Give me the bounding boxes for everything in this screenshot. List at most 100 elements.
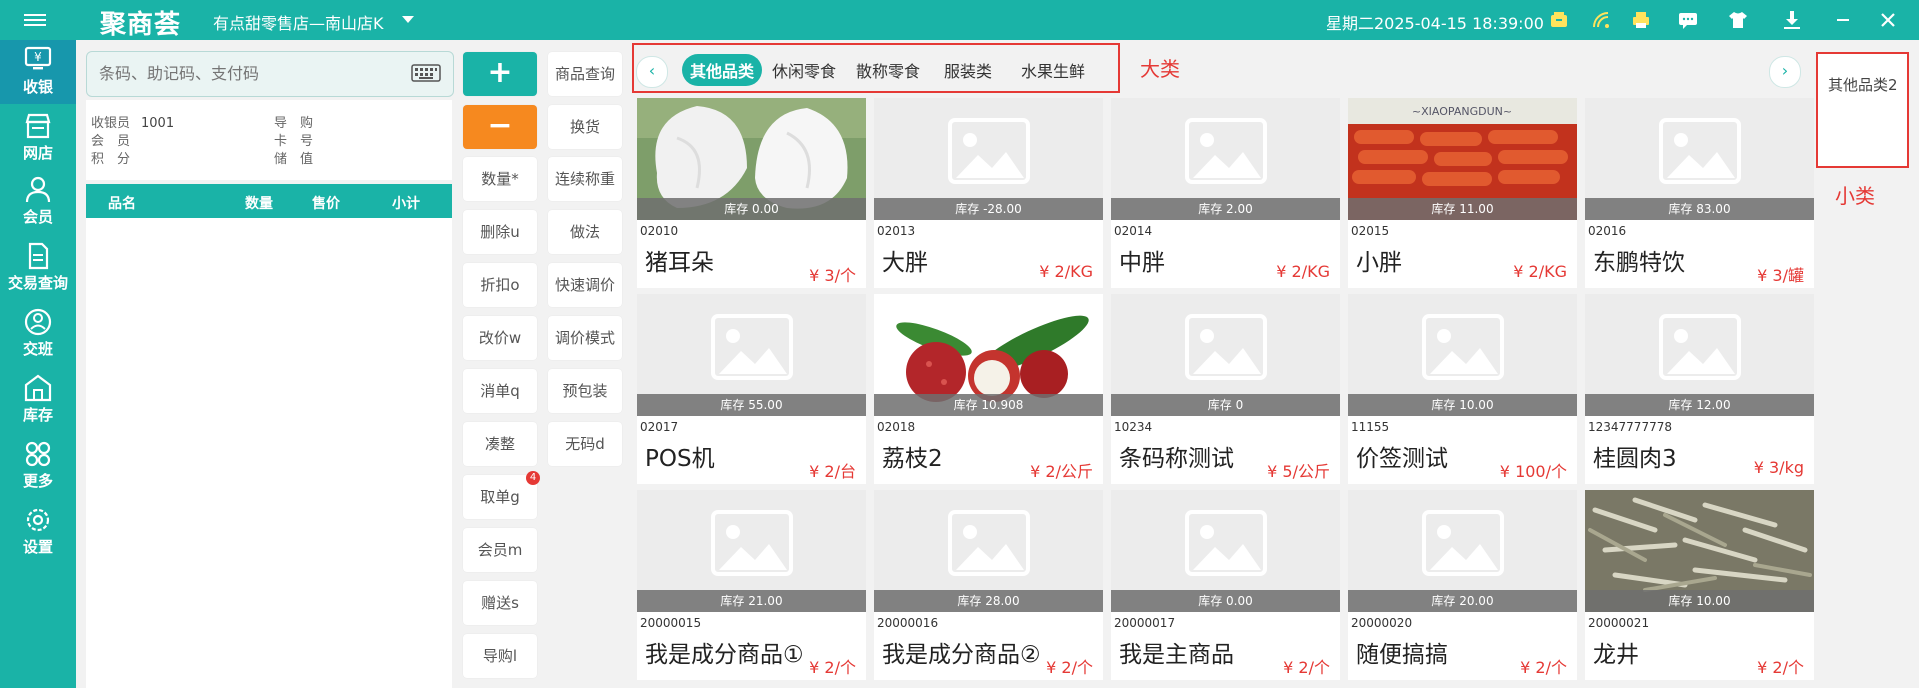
sidebar-item-webstore[interactable]: 网店: [0, 106, 76, 170]
product-name: 桂圆肉3: [1593, 446, 1677, 472]
member-row: 会 员: [91, 134, 131, 149]
search-box[interactable]: [86, 51, 454, 97]
product-card[interactable]: 库存 55.00 02017 POS机 ¥ 2/台: [637, 294, 866, 484]
product-query-button[interactable]: 商品查询: [548, 52, 622, 96]
cash-drawer-icon[interactable]: [1548, 9, 1570, 31]
product-card[interactable]: 库存 21.00 20000015 我是成分商品① ¥ 2/个: [637, 490, 866, 680]
product-card[interactable]: 库存 28.00 20000016 我是成分商品② ¥ 2/个: [874, 490, 1103, 680]
sidebar-item-member[interactable]: 会员: [0, 170, 76, 234]
void-order-button[interactable]: 消单q: [463, 369, 537, 413]
product-card[interactable]: 库存 0 10234 条码称测试 ¥ 5/公斤: [1111, 294, 1340, 484]
datetime-display: 星期二2025-04-15 18:39:00: [1326, 14, 1544, 33]
product-card[interactable]: 库存 10.00 20000021 龙井 ¥ 2/个: [1585, 490, 1814, 680]
retrieve-order-button[interactable]: 取单g 4: [463, 471, 540, 519]
product-price: ¥ 3/罐: [1757, 266, 1804, 285]
quick-price-button[interactable]: 快速调价: [548, 263, 622, 307]
wifi-signal-icon[interactable]: [1590, 9, 1612, 31]
col-name: 品名: [108, 196, 136, 212]
change-price-button[interactable]: 改价w: [463, 316, 537, 360]
store-selector[interactable]: 有点甜零售店—南山店K: [213, 10, 384, 34]
product-stock: 库存 20.00: [1348, 590, 1577, 612]
product-code: 02010: [640, 224, 679, 238]
product-stock: 库存 10.00: [1585, 590, 1814, 612]
product-card[interactable]: 库存 20.00 20000020 随便搞搞 ¥ 2/个: [1348, 490, 1577, 680]
download-icon[interactable]: [1781, 9, 1803, 31]
product-price: ¥ 2/公斤: [1030, 462, 1093, 481]
category-tab-0[interactable]: 其他品类: [682, 54, 763, 86]
product-price: ¥ 2/KG: [1276, 262, 1330, 281]
no-barcode-button[interactable]: 无码d: [548, 422, 622, 466]
chevron-down-icon[interactable]: [402, 16, 414, 23]
category-next-button[interactable]: ›: [1769, 56, 1801, 88]
reduce-qty-button[interactable]: −: [463, 105, 537, 149]
search-input[interactable]: [97, 63, 401, 84]
product-name: 中胖: [1119, 250, 1165, 276]
product-name: 价签测试: [1356, 446, 1448, 472]
product-code: 20000017: [1114, 616, 1176, 630]
guide-row: 导 购: [274, 116, 314, 131]
message-icon[interactable]: [1677, 9, 1699, 31]
product-stock: 库存 55.00: [637, 394, 866, 416]
stored-value-row: 储 值: [274, 152, 314, 167]
subcategory-list[interactable]: 其他品类2: [1816, 52, 1909, 168]
yen-monitor-icon: ¥: [24, 46, 52, 70]
shirt-skin-icon[interactable]: [1727, 9, 1749, 31]
points-row: 积 分: [91, 152, 131, 167]
close-icon[interactable]: [1877, 9, 1899, 31]
category-tab-1[interactable]: 休闲零食: [764, 54, 844, 86]
keyboard-icon[interactable]: [411, 64, 441, 82]
gift-button[interactable]: 赠送s: [463, 581, 537, 625]
price-mode-button[interactable]: 调价模式: [548, 316, 622, 360]
category-tab-2[interactable]: 散称零食: [848, 54, 928, 86]
subcategory-item-0[interactable]: 其他品类2: [1828, 74, 1898, 95]
discount-button[interactable]: 折扣o: [463, 263, 537, 307]
menu-icon[interactable]: [24, 11, 46, 29]
sidebar-item-more[interactable]: 更多: [0, 434, 76, 498]
category-tab-4[interactable]: 水果生鲜: [1013, 54, 1093, 86]
product-card[interactable]: 库存 83.00 02016 东鹏特饮 ¥ 3/罐: [1585, 98, 1814, 288]
product-card[interactable]: 库存 12.00 12347777778 桂圆肉3 ¥ 3/kg: [1585, 294, 1814, 484]
svg-text:~XIAOPANGDUN~: ~XIAOPANGDUN~: [1412, 105, 1512, 118]
category-tab-3[interactable]: 服装类: [936, 54, 1000, 86]
product-stock: 库存 21.00: [637, 590, 866, 612]
product-name: 东鹏特饮: [1593, 250, 1685, 276]
product-code: 02016: [1588, 224, 1627, 238]
product-name: 荔枝2: [882, 446, 943, 472]
delete-button[interactable]: 删除u: [463, 210, 537, 254]
round-off-button[interactable]: 凑整: [463, 422, 537, 466]
product-stock: 库存 10.00: [1348, 394, 1577, 416]
product-card[interactable]: 库存 0.00 20000017 我是主商品 ¥ 2/个: [1111, 490, 1340, 680]
product-card[interactable]: 库存 -28.00 02013 大胖 ¥ 2/KG: [874, 98, 1103, 288]
sidebar-item-cashier[interactable]: ¥ 收银: [0, 40, 76, 104]
pending-count-badge: 4: [526, 471, 540, 485]
product-card[interactable]: 库存 2.00 02014 中胖 ¥ 2/KG: [1111, 98, 1340, 288]
member-button[interactable]: 会员m: [463, 528, 537, 572]
product-card[interactable]: 库存 10.908 02018 荔枝2 ¥ 2/公斤: [874, 294, 1103, 484]
product-code: 10234: [1114, 420, 1153, 434]
sidebar-item-inventory[interactable]: 库存: [0, 368, 76, 432]
product-price: ¥ 100/个: [1499, 462, 1567, 481]
person-icon: [25, 176, 51, 203]
cart-list[interactable]: [86, 218, 452, 688]
prepack-button[interactable]: 预包装: [548, 369, 622, 413]
product-name: 我是成分商品②: [882, 642, 1041, 668]
printer-icon[interactable]: [1630, 9, 1652, 31]
sidebar-item-settings[interactable]: 设置: [0, 500, 76, 564]
exchange-button[interactable]: 换货: [548, 105, 622, 149]
minimize-icon[interactable]: [1832, 9, 1854, 31]
product-stock: 库存 83.00: [1585, 198, 1814, 220]
product-card[interactable]: ~XIAOPANGDUN~ 库存 11.00 02015 小胖 ¥ 2/KG: [1348, 98, 1577, 288]
product-card[interactable]: 库存 0.00 02010 猪耳朵 ¥ 3/个: [637, 98, 866, 288]
product-card[interactable]: 库存 10.00 11155 价签测试 ¥ 100/个: [1348, 294, 1577, 484]
add-qty-button[interactable]: +: [463, 52, 537, 96]
product-code: 02013: [877, 224, 916, 238]
sidebar-item-shift[interactable]: 交班: [0, 302, 76, 366]
quantity-button[interactable]: 数量*: [463, 157, 537, 201]
guide-button[interactable]: 导购l: [463, 634, 537, 678]
recipe-button[interactable]: 做法: [548, 210, 622, 254]
category-prev-button[interactable]: ‹: [636, 56, 668, 88]
sidebar-item-transactions[interactable]: 交易查询: [0, 236, 76, 300]
product-price: ¥ 2/个: [1757, 658, 1804, 677]
order-info-panel: 收银员 1001 会 员 积 分 导 购 卡 号 储 值: [86, 100, 452, 180]
continuous-weigh-button[interactable]: 连续称重: [548, 157, 622, 201]
